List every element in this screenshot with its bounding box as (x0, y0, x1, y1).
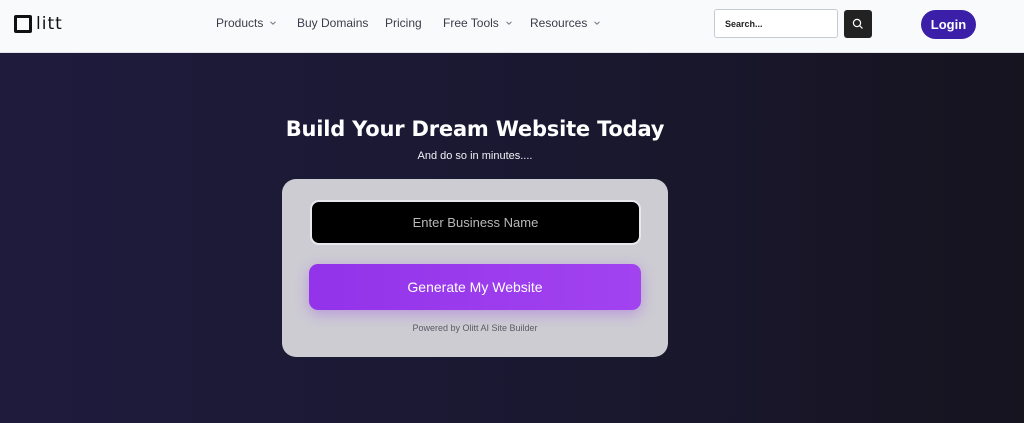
search-button[interactable] (844, 10, 872, 38)
nav-item-pricing[interactable]: Pricing (385, 16, 422, 30)
top-navbar: litt Products Buy Domains Pricing Free T… (0, 0, 1024, 53)
nav-item-label: Products (216, 16, 264, 30)
nav-item-label: Free Tools (443, 16, 499, 30)
nav-item-label: Buy Domains (297, 16, 369, 30)
nav-item-label: Pricing (385, 16, 422, 30)
login-button[interactable]: Login (921, 10, 976, 39)
hero-title: Build Your Dream Website Today (285, 117, 665, 141)
generate-website-button[interactable]: Generate My Website (309, 264, 641, 310)
powered-by-text: Powered by Olitt AI Site Builder (412, 323, 538, 333)
chevron-down-icon (270, 21, 277, 25)
nav-item-label: Resources (530, 16, 588, 30)
olitt-logo[interactable]: litt (14, 13, 63, 35)
chevron-down-icon (594, 21, 601, 25)
business-name-input[interactable] (310, 200, 641, 245)
search-input[interactable] (714, 9, 838, 38)
nav-item-free-tools[interactable]: Free Tools (443, 16, 513, 30)
chevron-down-icon (505, 21, 512, 25)
search-icon (852, 18, 863, 29)
nav-item-resources[interactable]: Resources (530, 16, 601, 30)
login-label: Login (930, 17, 967, 32)
hero-subtitle: And do so in minutes.... (417, 150, 533, 162)
logo-square-icon (14, 15, 32, 33)
site-builder-card: Generate My Website Powered by Olitt AI … (282, 179, 668, 357)
nav-item-buy-domains[interactable]: Buy Domains (297, 16, 368, 30)
logo-text: litt (36, 14, 63, 34)
nav-item-products[interactable]: Products (216, 16, 277, 30)
generate-label: Generate My Website (407, 279, 543, 295)
